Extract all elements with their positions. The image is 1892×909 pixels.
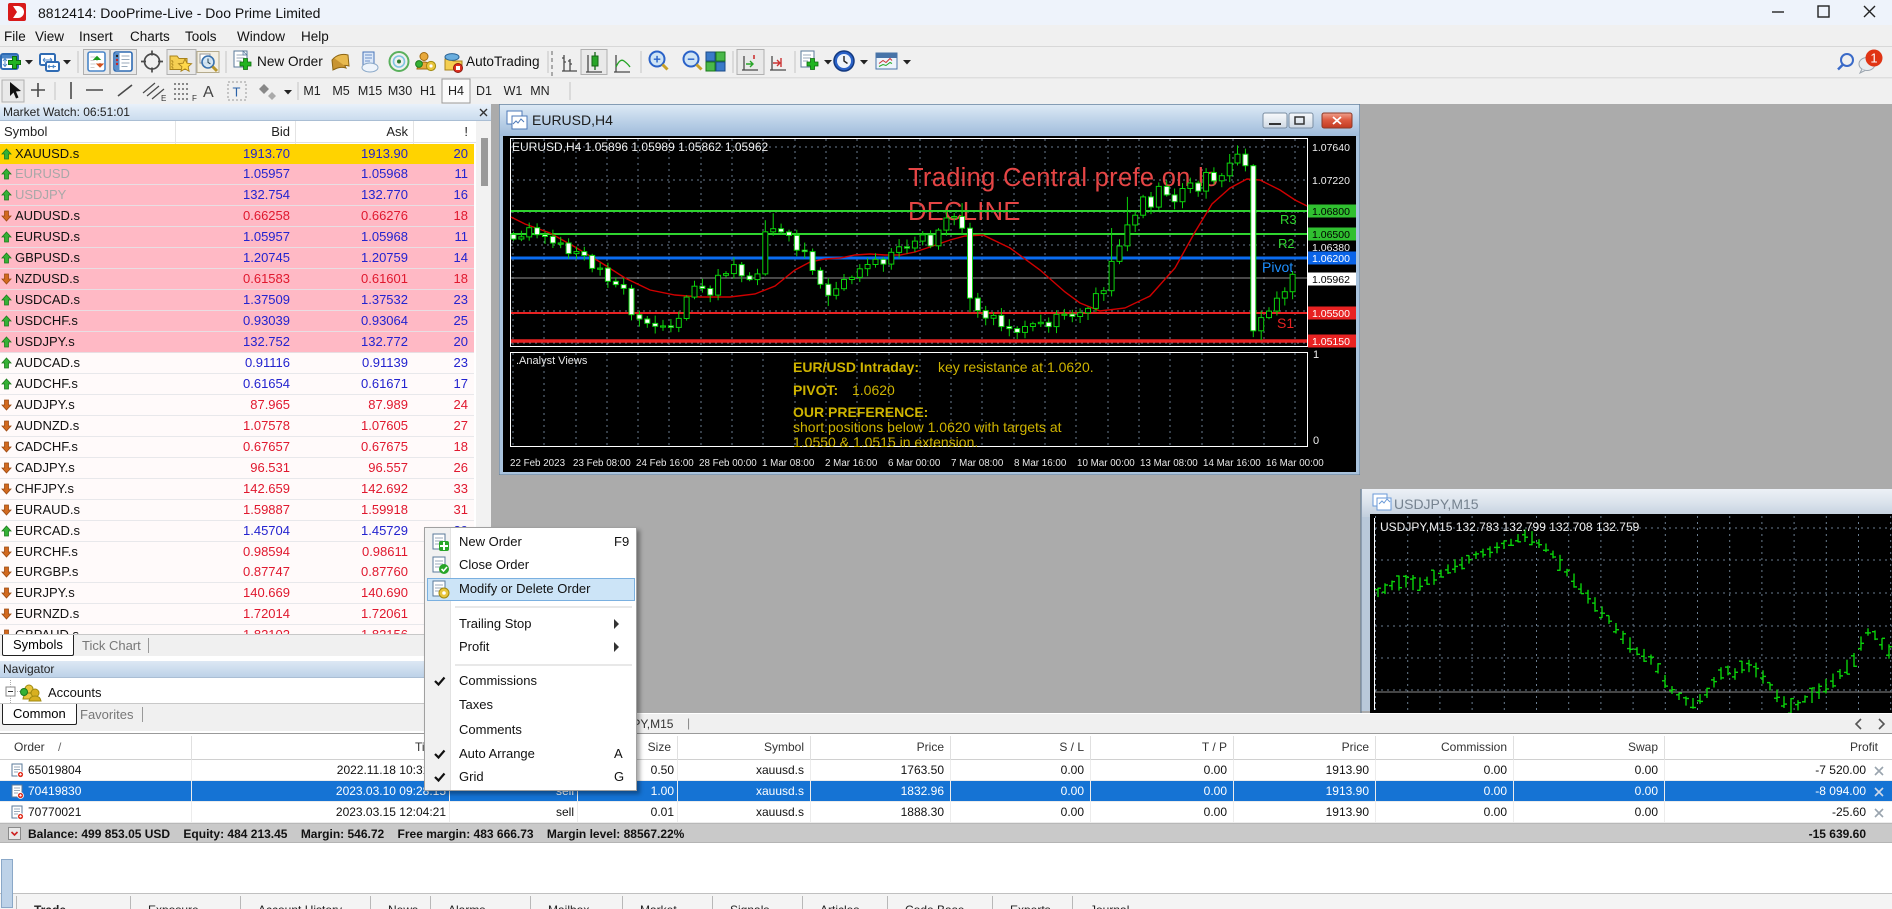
svg-text:0: 0	[1313, 435, 1319, 447]
svg-text:USDJPY,M15: USDJPY,M15	[1394, 496, 1479, 512]
svg-text:−: −	[687, 52, 695, 67]
svg-text:1 Mar 08:00: 1 Mar 08:00	[762, 458, 815, 469]
svg-text:M1: M1	[303, 84, 320, 98]
svg-text:S1: S1	[1277, 315, 1294, 331]
svg-text:10 Mar 00:00: 10 Mar 00:00	[1077, 458, 1135, 469]
svg-text:24 Feb 16:00: 24 Feb 16:00	[636, 458, 694, 469]
svg-text:short positions below 1.0620 w: short positions below 1.0620 with target…	[793, 419, 1062, 435]
svg-text:28 Feb 00:00: 28 Feb 00:00	[699, 458, 757, 469]
svg-text:23 Feb 08:00: 23 Feb 08:00	[573, 458, 631, 469]
svg-text:1.05962: 1.05962	[1312, 274, 1350, 286]
svg-text:+: +	[653, 52, 661, 67]
svg-text:EURUSD,H4: EURUSD,H4	[532, 112, 613, 128]
svg-text:1: 1	[1870, 51, 1877, 66]
svg-text:14 Mar 16:00: 14 Mar 16:00	[1203, 458, 1261, 469]
svg-text:1.07640: 1.07640	[1312, 142, 1350, 154]
svg-text:R2: R2	[1278, 236, 1295, 251]
svg-text:New Order: New Order	[257, 54, 323, 69]
svg-text:PIVOT:: PIVOT:	[793, 382, 838, 398]
svg-text:OUR PREFERENCE:: OUR PREFERENCE:	[793, 404, 928, 420]
svg-text:8 Mar 16:00: 8 Mar 16:00	[1014, 458, 1067, 469]
svg-text:AutoTrading: AutoTrading	[466, 54, 540, 69]
svg-text:1.07220: 1.07220	[1312, 175, 1350, 187]
svg-text:M5: M5	[332, 84, 349, 98]
svg-text:E: E	[161, 94, 166, 103]
svg-text:M15: M15	[358, 84, 382, 98]
svg-text:1.06800: 1.06800	[1312, 206, 1350, 218]
svg-text:7 Mar 08:00: 7 Mar 08:00	[951, 458, 1004, 469]
svg-text:D1: D1	[476, 84, 492, 98]
svg-text:R3: R3	[1280, 212, 1297, 227]
svg-text:Trading Central prefe on lo: Trading Central prefe on lo	[908, 164, 1219, 192]
svg-text:.Analyst Views: .Analyst Views	[516, 355, 588, 367]
svg-text:1.05500: 1.05500	[1312, 308, 1350, 320]
svg-text:Pivot: Pivot	[1262, 259, 1293, 275]
svg-text:1.06500: 1.06500	[1312, 229, 1350, 241]
svg-text:1.06200: 1.06200	[1312, 253, 1350, 265]
svg-text:13 Mar 08:00: 13 Mar 08:00	[1140, 458, 1198, 469]
svg-text:MN: MN	[530, 84, 549, 98]
svg-text:H4: H4	[448, 84, 464, 98]
svg-text:2 Mar 16:00: 2 Mar 16:00	[825, 458, 878, 469]
svg-text:USDJPY,M15 132.783 132.799 13: USDJPY,M15 132.783 132.799 132.708 132.7…	[1380, 520, 1640, 534]
svg-text:6 Mar 00:00: 6 Mar 00:00	[888, 458, 941, 469]
svg-text:T: T	[233, 85, 241, 100]
svg-text:A: A	[203, 84, 214, 101]
svg-text:EURUSD,H4 1.05896 1.05989 1.0: EURUSD,H4 1.05896 1.05989 1.05862 1.0596…	[512, 140, 769, 154]
svg-text:F: F	[192, 94, 197, 103]
svg-text:1.05150: 1.05150	[1312, 336, 1350, 348]
svg-text:key resistance at 1.0620.: key resistance at 1.0620.	[938, 359, 1094, 375]
svg-text:W1: W1	[504, 84, 523, 98]
svg-text:1.0550 & 1.0515 in extension.: 1.0550 & 1.0515 in extension.	[793, 434, 978, 450]
svg-text:16 Mar 00:00: 16 Mar 00:00	[1266, 458, 1324, 469]
svg-text:22 Feb 2023: 22 Feb 2023	[510, 458, 566, 469]
svg-text:1.0620: 1.0620	[852, 382, 895, 398]
svg-text:H1: H1	[420, 84, 436, 98]
svg-text:1: 1	[1313, 349, 1319, 361]
svg-text:M30: M30	[388, 84, 412, 98]
svg-text:EUR/USD Intraday:: EUR/USD Intraday:	[793, 359, 919, 375]
